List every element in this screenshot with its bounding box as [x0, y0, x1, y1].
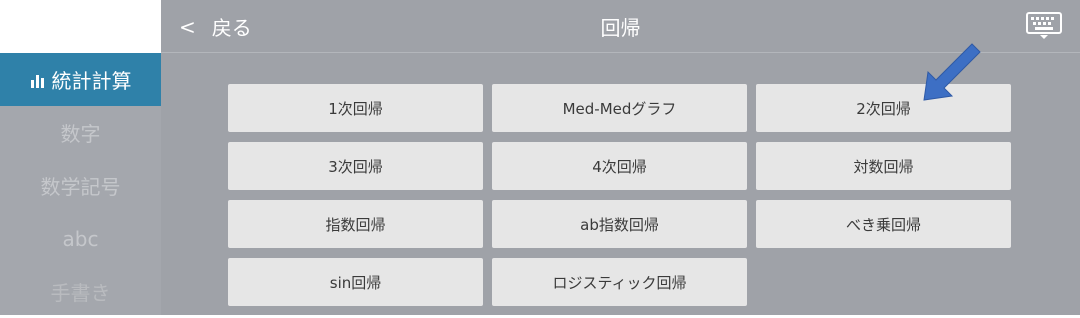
sin-regression-button[interactable]: sin回帰	[228, 258, 483, 306]
sidebar-item-label: abc	[62, 226, 99, 251]
quartic-regression-button[interactable]: 4次回帰	[492, 142, 747, 190]
chevron-left-icon: <	[179, 14, 196, 39]
regression-button-grid: 1次回帰 Med-Medグラフ 2次回帰 3次回帰 4次回帰 対数回帰 指数回帰…	[228, 84, 1011, 306]
logistic-regression-button[interactable]: ロジスティック回帰	[492, 258, 747, 306]
sidebar-item-math-symbols[interactable]: 数学記号	[0, 159, 161, 212]
sidebar-item-abc[interactable]: abc	[0, 212, 161, 265]
sidebar-item-numbers[interactable]: 数字	[0, 106, 161, 159]
bar-chart-icon	[30, 74, 44, 88]
linear-regression-button[interactable]: 1次回帰	[228, 84, 483, 132]
keyboard-icon[interactable]	[1026, 12, 1062, 40]
sidebar-item-handwriting[interactable]: 手書き	[0, 265, 161, 318]
back-label: 戻る	[211, 16, 252, 40]
sidebar-item-label: 数学記号	[40, 175, 121, 199]
sidebar: 統計計算 数字 数学記号 abc 手書き	[0, 53, 161, 315]
back-button[interactable]: < 戻る	[179, 0, 252, 53]
logarithmic-regression-button[interactable]: 対数回帰	[756, 142, 1011, 190]
sidebar-item-label: 数字	[60, 122, 101, 146]
exponential-regression-button[interactable]: 指数回帰	[228, 200, 483, 248]
cubic-regression-button[interactable]: 3次回帰	[228, 142, 483, 190]
sidebar-item-label: 統計計算	[51, 69, 132, 93]
sidebar-item-label: 手書き	[50, 281, 111, 305]
power-regression-button[interactable]: べき乗回帰	[756, 200, 1011, 248]
med-med-graph-button[interactable]: Med-Medグラフ	[492, 84, 747, 132]
pointer-arrow-icon	[923, 43, 981, 101]
ab-exponential-regression-button[interactable]: ab指数回帰	[492, 200, 747, 248]
sidebar-item-statistics[interactable]: 統計計算	[0, 53, 161, 106]
